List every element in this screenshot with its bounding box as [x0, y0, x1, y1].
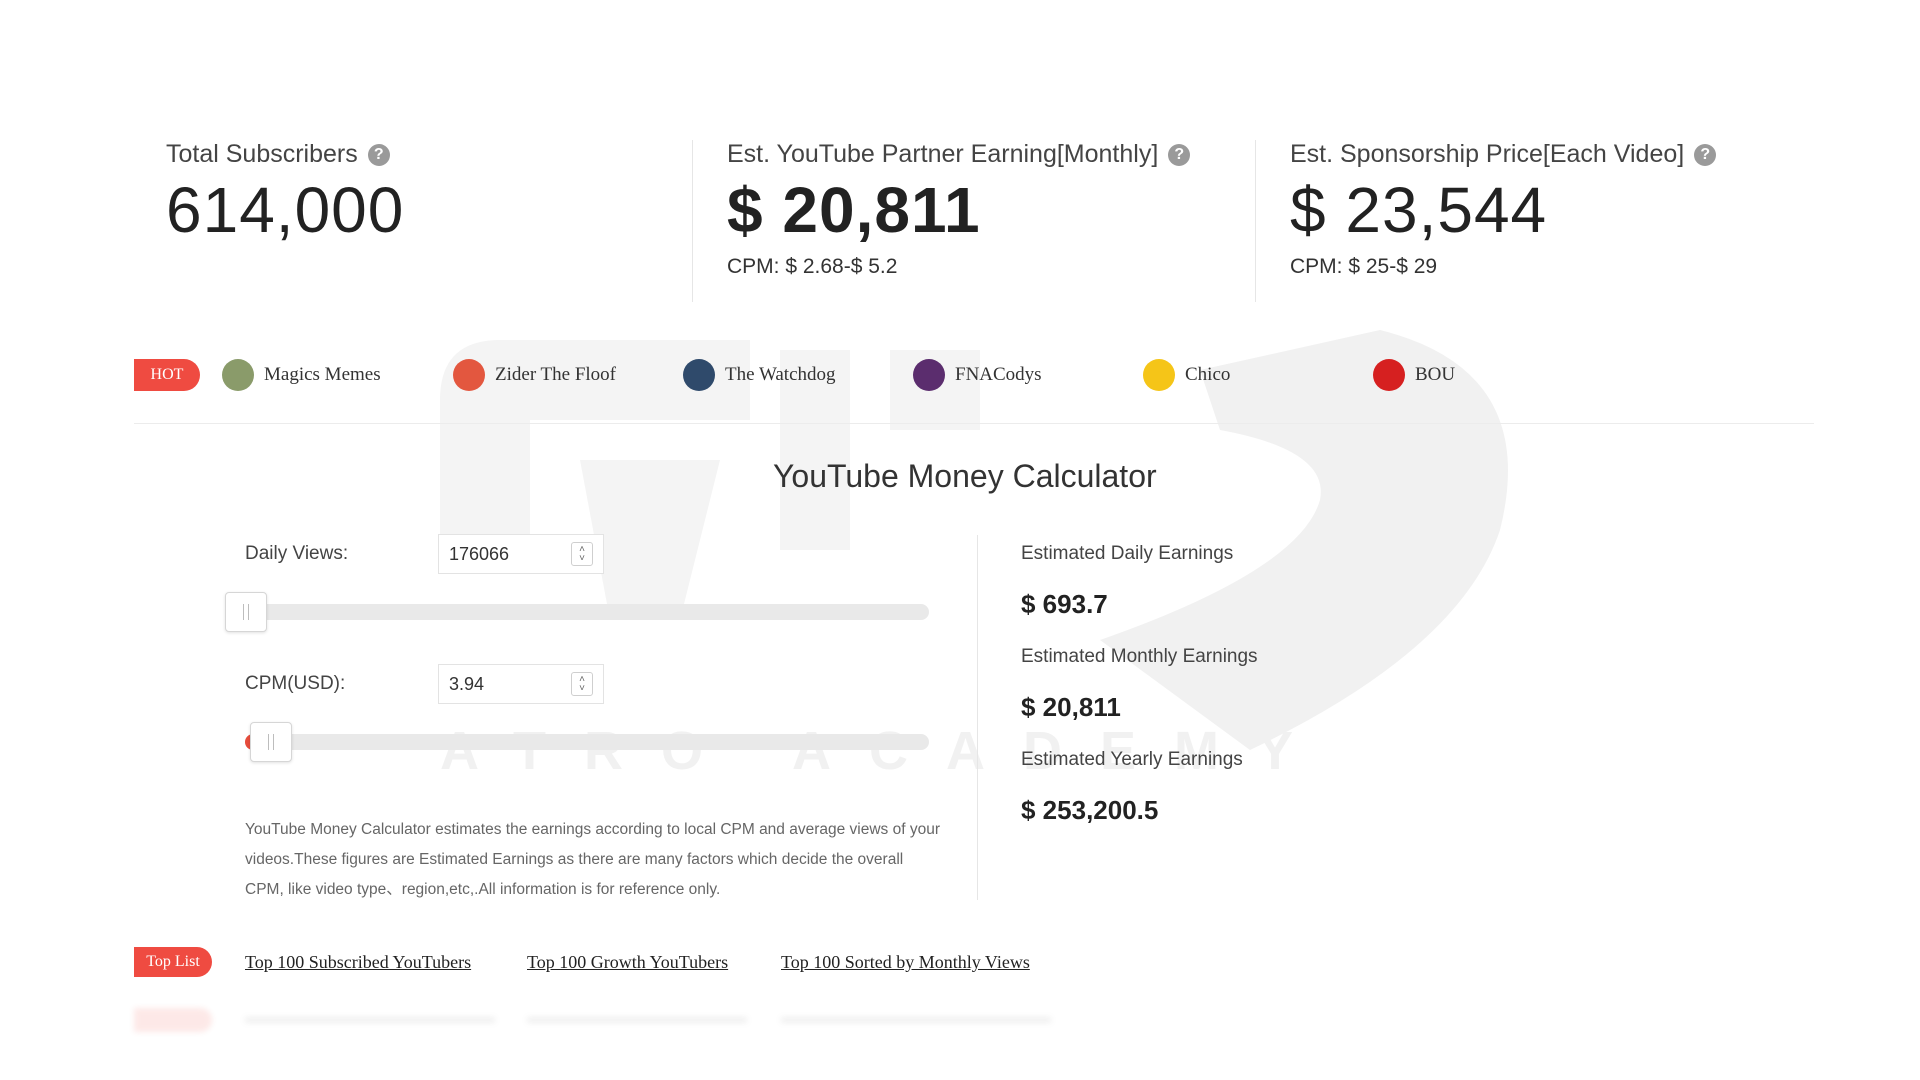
stat-sponsorship-label: Est. Sponsorship Price[Each Video] — [1290, 140, 1685, 168]
daily-views-slider-handle[interactable] — [225, 592, 267, 632]
cpm-value: 3.94 — [449, 673, 485, 694]
stat-subscribers-value: 614,000 — [166, 174, 405, 246]
daily-views-value: 176066 — [449, 543, 510, 564]
top-growth-link[interactable]: Top 100 Growth YouTubers — [527, 952, 728, 973]
channel-name: Magics Memes — [264, 364, 381, 385]
hot-badge: HOT — [134, 359, 200, 391]
hot-channel-fnacodys[interactable]: FNACodys — [913, 359, 1042, 391]
channel-name: Zider The Floof — [495, 364, 617, 385]
stat-partner-label-row: Est. YouTube Partner Earning[Monthly] ? — [727, 140, 1191, 169]
stat-subscribers: Total Subscribers ? 614,000 — [166, 140, 404, 247]
yearly-earnings-label: Estimated Yearly Earnings — [1021, 749, 1243, 770]
daily-views-input[interactable]: 176066 ˄ ˅ — [438, 534, 604, 574]
hot-channel-the-watchdog[interactable]: The Watchdog — [683, 359, 836, 391]
stat-subscribers-label: Total Subscribers — [166, 140, 358, 168]
stat-subscribers-label-row: Total Subscribers ? — [166, 140, 404, 169]
channel-avatar — [1143, 359, 1175, 391]
stat-partner-value: $ 20,811 — [727, 174, 981, 246]
daily-earnings-label: Estimated Daily Earnings — [1021, 543, 1234, 564]
channel-avatar — [683, 359, 715, 391]
channel-avatar — [222, 359, 254, 391]
stat-partner-cpm: CPM: $ 2.68-$ 5.2 — [727, 255, 898, 278]
stat-sponsorship-label-row: Est. Sponsorship Price[Each Video] ? — [1290, 140, 1717, 169]
monthly-earnings-value: $ 20,811 — [1021, 692, 1121, 722]
help-icon[interactable]: ? — [1168, 143, 1191, 166]
stat-sponsorship: Est. Sponsorship Price[Each Video] ? $ 2… — [1290, 140, 1717, 279]
cpm-input[interactable]: 3.94 ˄ ˅ — [438, 664, 604, 704]
section-divider — [134, 423, 1814, 424]
channel-name: The Watchdog — [725, 364, 836, 385]
stat-partner-label: Est. YouTube Partner Earning[Monthly] — [727, 140, 1159, 168]
spinner-icon[interactable]: ˄ ˅ — [571, 542, 593, 566]
channel-avatar — [913, 359, 945, 391]
monthly-earnings-label: Estimated Monthly Earnings — [1021, 646, 1258, 667]
help-icon[interactable]: ? — [367, 143, 390, 166]
daily-earnings-value: $ 693.7 — [1021, 589, 1108, 619]
channel-avatar — [1373, 359, 1405, 391]
stat-sponsorship-value: $ 23,544 — [1290, 174, 1548, 246]
channel-name: BOU — [1415, 364, 1456, 385]
daily-views-slider-track[interactable] — [225, 604, 929, 620]
hot-channel-chico[interactable]: Chico — [1143, 359, 1230, 391]
channel-name: FNACodys — [955, 364, 1042, 385]
cpm-label: CPM(USD): — [245, 673, 346, 694]
cpm-slider-handle[interactable] — [250, 722, 292, 762]
calculator-title: YouTube Money Calculator — [773, 458, 1157, 494]
top-list-badge: Top List — [134, 947, 212, 977]
cpm-slider-track[interactable] — [245, 734, 929, 750]
hot-channel-magics-memes[interactable]: Magics Memes — [222, 359, 381, 391]
calculator-description: YouTube Money Calculator estimates the e… — [245, 821, 941, 898]
channel-avatar — [453, 359, 485, 391]
top-subscribed-link[interactable]: Top 100 Subscribed YouTubers — [245, 952, 471, 973]
yearly-earnings-value: $ 253,200.5 — [1021, 795, 1159, 825]
hot-channel-zider-the-floof[interactable]: Zider The Floof — [453, 359, 616, 391]
stat-partner: Est. YouTube Partner Earning[Monthly] ? … — [727, 140, 1191, 279]
channel-name: Chico — [1185, 364, 1231, 385]
stat-sponsorship-cpm: CPM: $ 25-$ 29 — [1290, 255, 1438, 278]
hot-channel-bou[interactable]: BOU — [1373, 359, 1455, 391]
stat-divider — [692, 140, 693, 302]
spinner-icon[interactable]: ˄ ˅ — [571, 672, 593, 696]
top-monthly-views-link[interactable]: Top 100 Sorted by Monthly Views — [781, 952, 1030, 973]
daily-views-label: Daily Views: — [245, 543, 349, 564]
faded-reflection — [134, 1008, 1064, 1032]
help-icon[interactable]: ? — [1694, 143, 1717, 166]
stat-divider — [1255, 140, 1256, 302]
calculator-divider — [977, 535, 978, 900]
